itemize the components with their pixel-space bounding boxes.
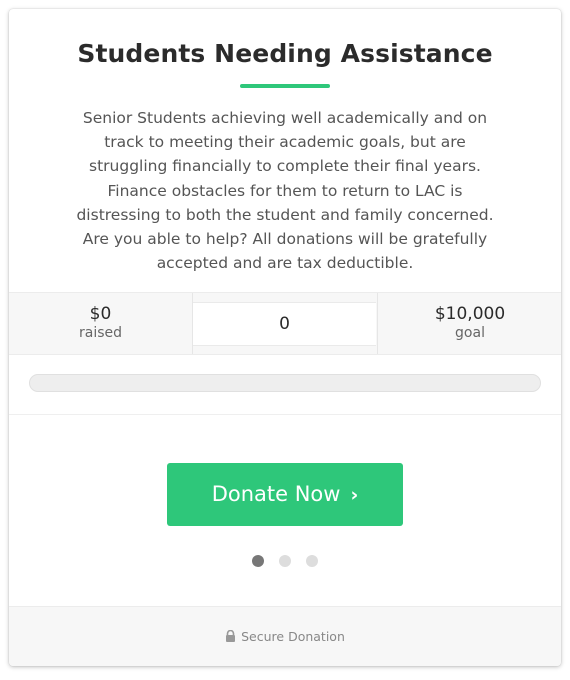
goal-stat: $10,000 goal [377,293,561,354]
donor-count: 0 [279,314,290,334]
lock-icon [225,629,236,645]
progress-bar [29,374,541,392]
campaign-description: Senior Students achieving well academica… [76,109,494,273]
pagination-dot-1[interactable] [252,555,264,567]
donation-card: Students Needing Assistance Senior Stude… [9,9,561,666]
pagination-dots [252,555,322,567]
divider [9,414,561,415]
raised-value: $0 [89,304,112,324]
campaign-title: Students Needing Assistance [77,39,493,68]
secure-donation: Secure Donation [9,629,561,645]
footer: Secure Donation [9,606,561,666]
secure-donation-label: Secure Donation [241,629,345,644]
donate-button-label: Donate Now [211,482,341,506]
donate-now-button[interactable]: Donate Now › [167,463,403,526]
raised-stat: $0 raised [9,293,193,354]
pagination-dot-3[interactable] [306,555,318,567]
goal-value: $10,000 [434,304,506,324]
raised-label: raised [78,325,123,341]
stats-bar: $0 raised 0 $10,000 goal [9,292,561,355]
goal-label: goal [455,325,485,341]
chevron-right-icon: › [350,484,359,506]
title-underline [240,84,330,88]
donor-count-stat: 0 [193,302,376,346]
pagination-dot-2[interactable] [279,555,291,567]
